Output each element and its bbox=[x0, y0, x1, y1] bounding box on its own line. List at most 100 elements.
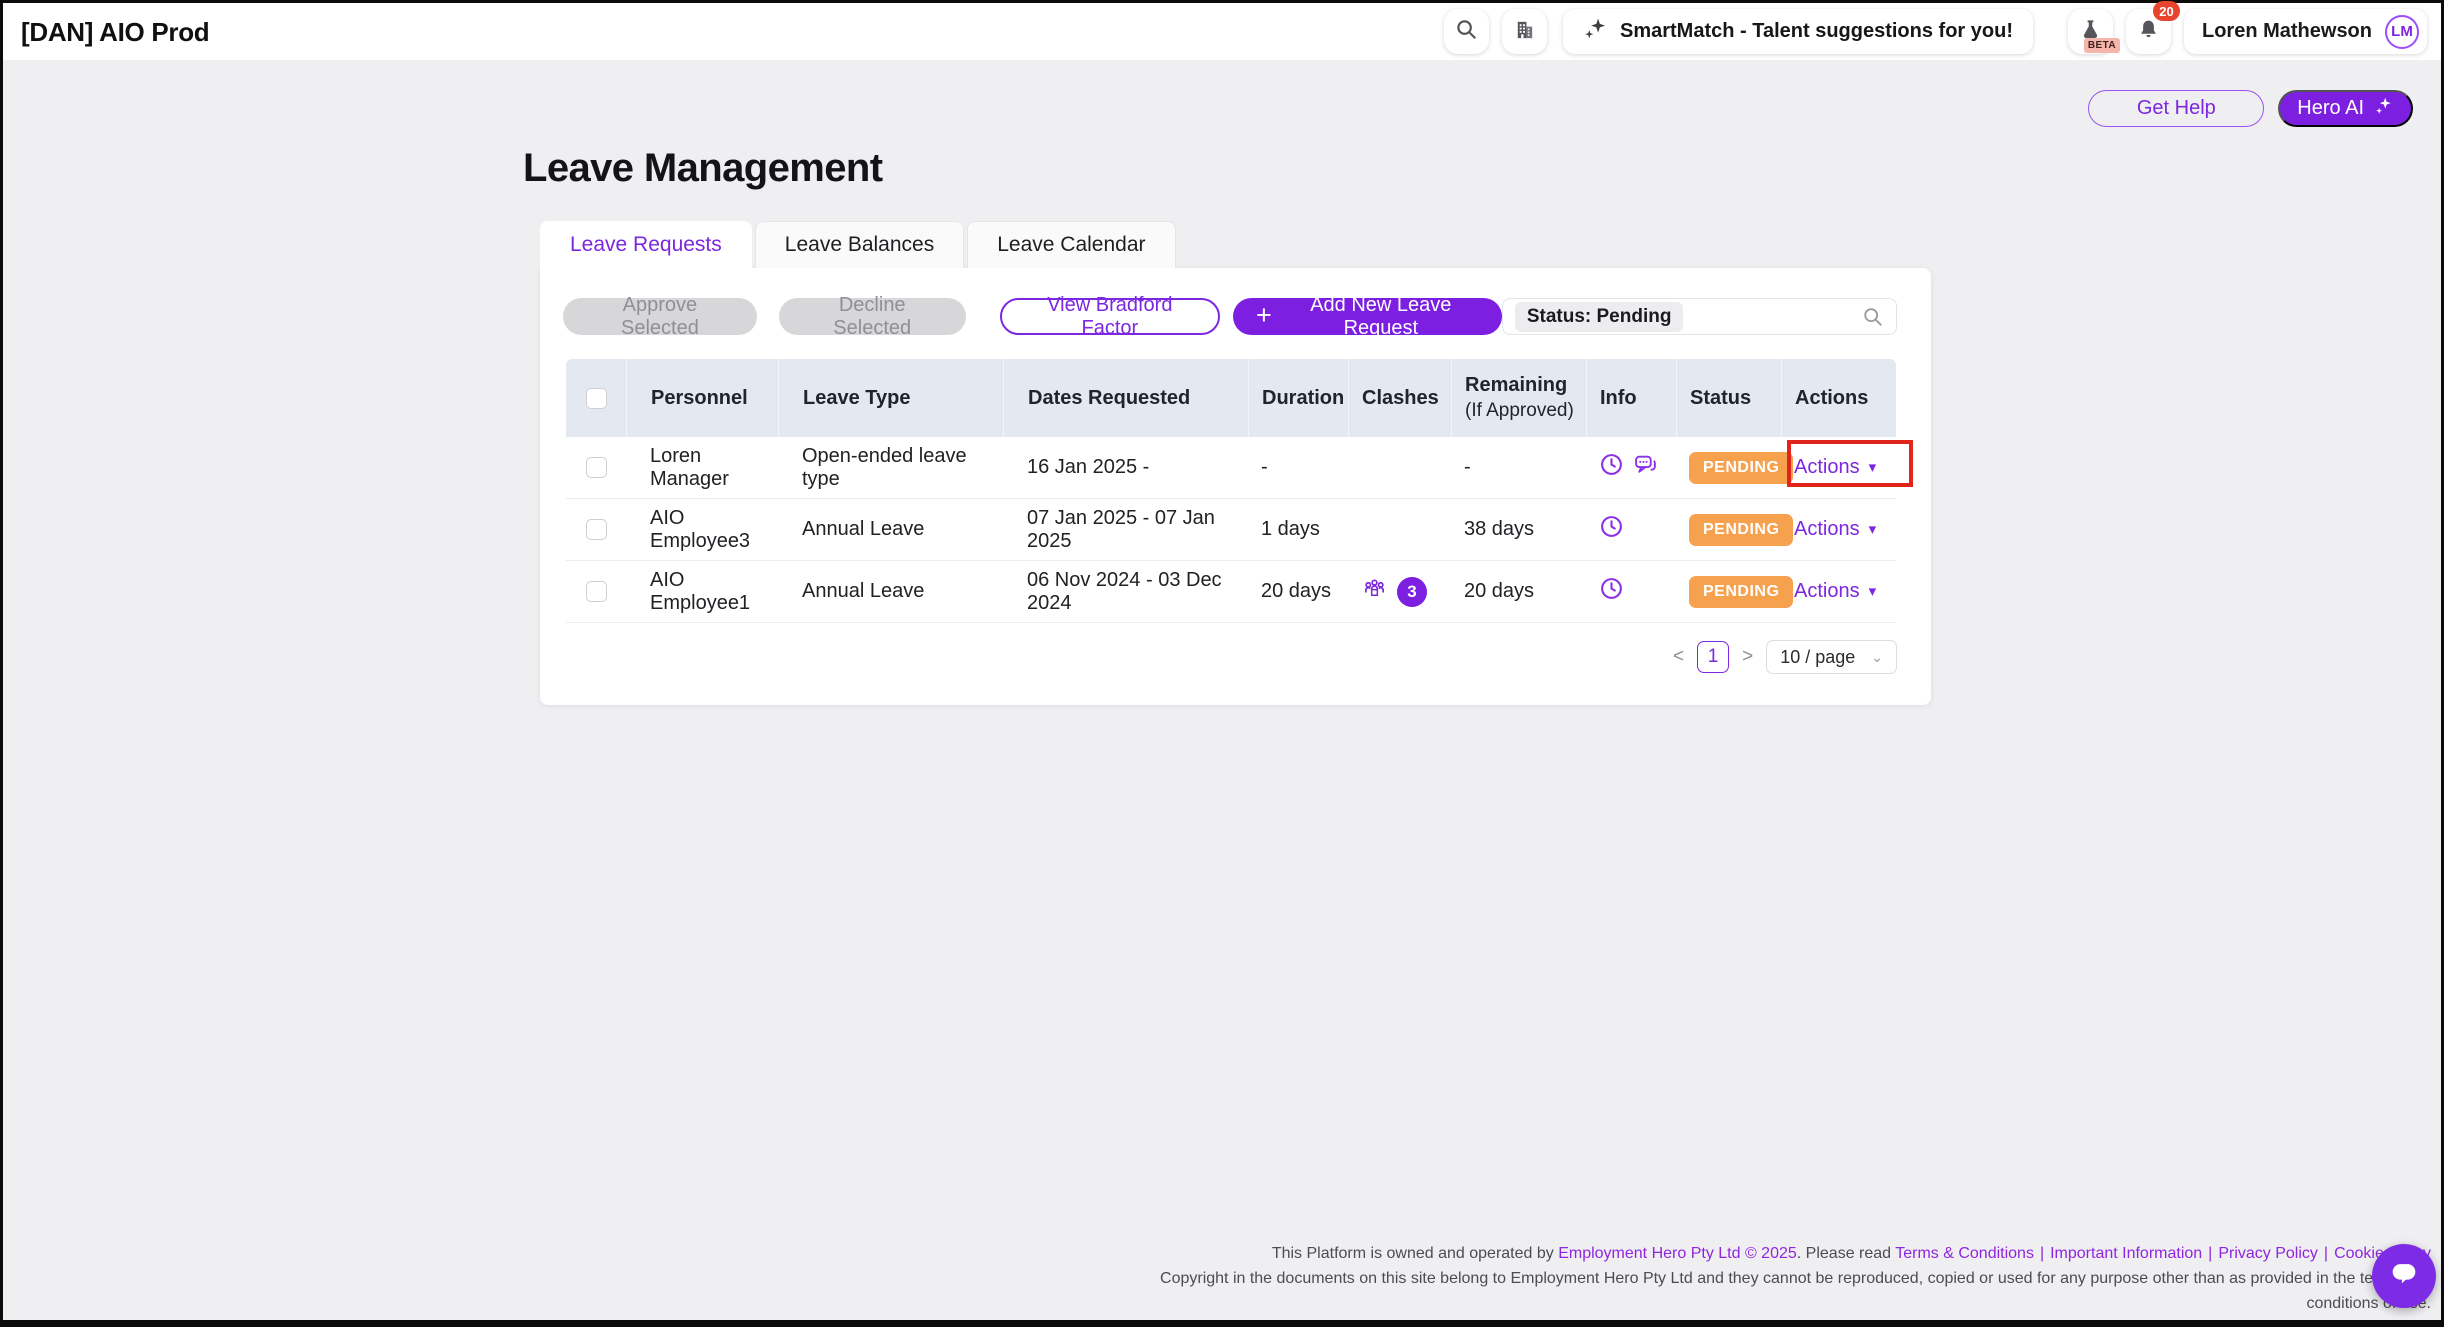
next-page-button[interactable]: > bbox=[1742, 646, 1753, 668]
employment-hero-link[interactable]: Employment Hero Pty Ltd © 2025 bbox=[1558, 1245, 1797, 1262]
bell-icon bbox=[2137, 18, 2160, 46]
actions-dropdown[interactable]: Actions ▾ bbox=[1794, 518, 1876, 541]
sparkle-icon bbox=[2373, 95, 2394, 122]
pagination: < 1 > 10 / page ⌄ bbox=[1673, 640, 1897, 674]
get-help-button[interactable]: Get Help bbox=[2088, 90, 2264, 127]
clock-icon[interactable] bbox=[1599, 514, 1624, 545]
search-icon bbox=[1862, 306, 1884, 328]
chat-launcher-button[interactable] bbox=[2372, 1244, 2436, 1308]
column-header-clashes: Clashes bbox=[1348, 359, 1451, 437]
cell-leave-type: Annual Leave bbox=[778, 580, 1003, 603]
clock-icon[interactable] bbox=[1599, 452, 1624, 483]
cell-actions: Actions ▾ bbox=[1781, 580, 1896, 603]
notifications-button[interactable]: 20 bbox=[2126, 9, 2171, 54]
page-size-select[interactable]: 10 / page ⌄ bbox=[1766, 640, 1897, 674]
cell-leave-type: Open-ended leave type bbox=[778, 445, 1003, 491]
search-icon bbox=[1455, 18, 1478, 46]
page-content: Get Help Hero AI Leave Management Leave … bbox=[3, 60, 2441, 1320]
privacy-policy-link[interactable]: Privacy Policy bbox=[2218, 1245, 2318, 1262]
cell-status: PENDING bbox=[1676, 576, 1781, 608]
hero-ai-label: Hero AI bbox=[2297, 97, 2364, 120]
column-header-personnel: Personnel bbox=[626, 359, 778, 437]
chevron-down-icon: ▾ bbox=[1869, 460, 1877, 475]
important-information-link[interactable]: Important Information bbox=[2050, 1245, 2202, 1262]
table-row: Loren Manager Open-ended leave type 16 J… bbox=[566, 437, 1896, 499]
footer-line-1: This Platform is owned and operated by E… bbox=[1131, 1241, 2431, 1266]
actions-dropdown[interactable]: Actions ▾ bbox=[1794, 580, 1876, 603]
remaining-label: Remaining bbox=[1465, 374, 1586, 397]
status-badge: PENDING bbox=[1689, 514, 1793, 546]
footer: This Platform is owned and operated by E… bbox=[1131, 1241, 2431, 1316]
leave-requests-table: Personnel Leave Type Dates Requested Dur… bbox=[566, 359, 1896, 623]
prev-page-button[interactable]: < bbox=[1673, 646, 1684, 668]
user-name: Loren Mathewson bbox=[2202, 20, 2372, 43]
tab-leave-calendar[interactable]: Leave Calendar bbox=[967, 221, 1175, 268]
actions-label: Actions bbox=[1794, 456, 1860, 479]
comment-icon[interactable] bbox=[1633, 452, 1658, 483]
cell-info bbox=[1586, 576, 1676, 607]
status-filter-input[interactable]: Status: Pending bbox=[1502, 298, 1897, 335]
cell-info bbox=[1586, 514, 1676, 545]
tab-leave-balances[interactable]: Leave Balances bbox=[755, 221, 964, 268]
cell-duration: 20 days bbox=[1248, 580, 1348, 603]
chevron-down-icon: ▾ bbox=[1869, 522, 1877, 537]
topbar-actions: SmartMatch - Talent suggestions for you!… bbox=[1444, 9, 2427, 54]
status-badge: PENDING bbox=[1689, 452, 1793, 484]
cell-remaining: - bbox=[1451, 456, 1586, 479]
add-new-label: Add New Leave Request bbox=[1283, 294, 1479, 340]
row-checkbox[interactable] bbox=[586, 581, 607, 602]
table-row: AIO Employee3 Annual Leave 07 Jan 2025 -… bbox=[566, 499, 1896, 561]
column-header-info: Info bbox=[1586, 359, 1676, 437]
cell-dates: 16 Jan 2025 - bbox=[1003, 456, 1248, 479]
approve-selected-button[interactable]: Approve Selected bbox=[563, 298, 757, 335]
footer-text: This Platform is owned and operated by bbox=[1272, 1245, 1558, 1262]
add-new-leave-request-button[interactable]: + Add New Leave Request bbox=[1233, 298, 1502, 335]
column-header-leave-type: Leave Type bbox=[778, 359, 1003, 437]
notification-count-badge: 20 bbox=[2153, 1, 2180, 21]
tab-bar: Leave Requests Leave Balances Leave Cale… bbox=[540, 221, 1179, 268]
footer-line-2: Copyright in the documents on this site … bbox=[1131, 1266, 2431, 1316]
column-header-status: Status bbox=[1676, 359, 1781, 437]
hero-ai-button[interactable]: Hero AI bbox=[2278, 90, 2413, 127]
table-header-row: Personnel Leave Type Dates Requested Dur… bbox=[566, 359, 1896, 437]
clock-icon[interactable] bbox=[1599, 576, 1624, 607]
table-row: AIO Employee1 Annual Leave 06 Nov 2024 -… bbox=[566, 561, 1896, 623]
page-number-button[interactable]: 1 bbox=[1697, 641, 1729, 673]
footer-text: . Please read bbox=[1797, 1245, 1895, 1262]
actions-dropdown[interactable]: Actions ▾ bbox=[1794, 456, 1876, 479]
cell-leave-type: Annual Leave bbox=[778, 518, 1003, 541]
tab-leave-requests[interactable]: Leave Requests bbox=[540, 221, 752, 268]
smartmatch-label: SmartMatch - Talent suggestions for you! bbox=[1620, 20, 2013, 43]
column-header-actions: Actions bbox=[1781, 359, 1896, 437]
sparkle-icon bbox=[1583, 16, 1608, 47]
cell-dates: 06 Nov 2024 - 03 Dec 2024 bbox=[1003, 569, 1248, 615]
organisation-button[interactable] bbox=[1502, 9, 1547, 54]
view-bradford-factor-button[interactable]: View Bradford Factor bbox=[1000, 298, 1220, 335]
help-actions: Get Help Hero AI bbox=[2088, 90, 2413, 127]
cell-personnel: AIO Employee3 bbox=[626, 507, 778, 553]
column-header-remaining: Remaining (If Approved) bbox=[1451, 359, 1586, 437]
decline-selected-button[interactable]: Decline Selected bbox=[779, 298, 966, 335]
leave-requests-card: Approve Selected Decline Selected View B… bbox=[540, 268, 1931, 705]
clash-count-badge[interactable]: 3 bbox=[1397, 577, 1427, 607]
smartmatch-banner[interactable]: SmartMatch - Talent suggestions for you! bbox=[1563, 9, 2033, 54]
actions-label: Actions bbox=[1794, 518, 1860, 541]
cell-remaining: 38 days bbox=[1451, 518, 1586, 541]
cell-personnel: AIO Employee1 bbox=[626, 569, 778, 615]
beta-labs-button[interactable]: BETA bbox=[2068, 9, 2113, 54]
terms-link[interactable]: Terms & Conditions bbox=[1895, 1245, 2034, 1262]
search-button[interactable] bbox=[1444, 9, 1489, 54]
row-checkbox[interactable] bbox=[586, 519, 607, 540]
people-icon bbox=[1361, 575, 1388, 608]
cell-personnel: Loren Manager bbox=[626, 445, 778, 491]
select-all-checkbox[interactable] bbox=[586, 388, 607, 409]
user-menu[interactable]: Loren Mathewson LM bbox=[2184, 9, 2427, 54]
separator: | bbox=[2324, 1245, 2328, 1262]
column-header-duration: Duration bbox=[1248, 359, 1348, 437]
row-checkbox[interactable] bbox=[586, 457, 607, 478]
cell-status: PENDING bbox=[1676, 452, 1781, 484]
separator: | bbox=[2208, 1245, 2212, 1262]
status-filter-chip[interactable]: Status: Pending bbox=[1515, 302, 1684, 332]
cell-dates: 07 Jan 2025 - 07 Jan 2025 bbox=[1003, 507, 1248, 553]
avatar: LM bbox=[2385, 15, 2419, 49]
